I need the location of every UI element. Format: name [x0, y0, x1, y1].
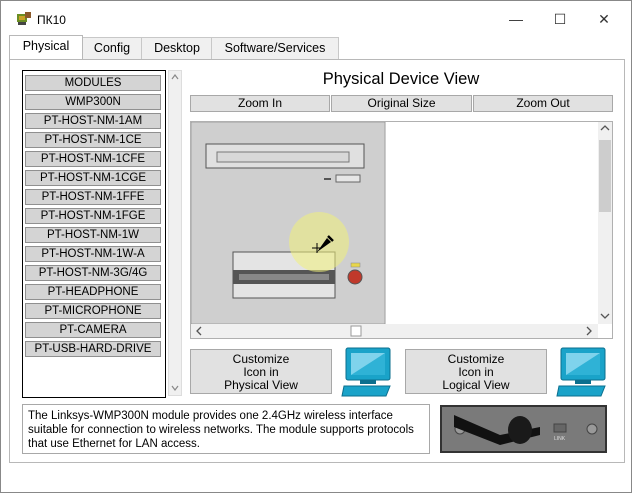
tab-software-services[interactable]: Software/Services [211, 37, 339, 59]
module-item[interactable]: PT-HOST-NM-1W-A [25, 246, 161, 262]
module-item[interactable]: PT-CAMERA [25, 322, 161, 338]
physical-panel: MODULES WMP300N PT-HOST-NM-1AM PT-HOST-N… [9, 59, 625, 463]
link-label: LINK [554, 436, 566, 442]
customize-logical-label: Customize Icon in Logical View [442, 352, 510, 392]
module-item[interactable]: WMP300N [25, 94, 161, 110]
pc-window: ПК10 — ☐ ✕ Config Desktop Software/Servi… [0, 0, 632, 493]
module-item[interactable]: PT-HOST-NM-1CE [25, 132, 161, 148]
module-description: The Linksys-WMP300N module provides one … [22, 404, 430, 454]
scroll-down-icon[interactable] [171, 384, 179, 392]
minimize-button[interactable]: — [493, 1, 539, 37]
module-item[interactable]: PT-HOST-NM-1AM [25, 113, 161, 129]
title-bar: ПК10 — ☐ ✕ [1, 1, 631, 37]
module-item[interactable]: PT-MICROPHONE [25, 303, 161, 319]
customize-physical-button[interactable]: Customize Icon in Physical View [190, 349, 332, 394]
original-size-button[interactable]: Original Size [331, 95, 472, 112]
monitor-icon [556, 347, 606, 397]
customize-physical-label: Customize Icon in Physical View [224, 352, 298, 392]
tab-desktop[interactable]: Desktop [141, 37, 213, 59]
close-button[interactable]: ✕ [581, 1, 627, 37]
module-item[interactable]: PT-USB-HARD-DRIVE [25, 341, 161, 357]
monitor-icon [341, 347, 391, 397]
module-list-scrollbar[interactable] [168, 70, 182, 396]
zoom-in-button[interactable]: Zoom In [190, 95, 330, 112]
tab-physical[interactable]: Physical [9, 35, 83, 60]
window-title: ПК10 [37, 13, 66, 27]
module-list[interactable]: MODULES WMP300N PT-HOST-NM-1AM PT-HOST-N… [22, 70, 166, 398]
customize-logical-button[interactable]: Customize Icon in Logical View [405, 349, 547, 394]
zoom-out-button[interactable]: Zoom Out [473, 95, 613, 112]
maximize-button[interactable]: ☐ [537, 1, 583, 37]
module-item[interactable]: PT-HOST-NM-1W [25, 227, 161, 243]
physical-device-view-title: Physical Device View [322, 70, 480, 88]
pc-chassis-image [191, 122, 612, 338]
scroll-up-icon[interactable] [171, 73, 179, 81]
module-item[interactable]: PT-HOST-NM-1CFE [25, 151, 161, 167]
module-item[interactable]: PT-HOST-NM-1FFE [25, 189, 161, 205]
module-item[interactable]: PT-HOST-NM-3G/4G [25, 265, 161, 281]
module-header: MODULES [25, 75, 161, 91]
module-item[interactable]: PT-HOST-NM-1FGE [25, 208, 161, 224]
module-item[interactable]: PT-HEADPHONE [25, 284, 161, 300]
packet-tracer-icon [17, 12, 31, 25]
wmp300n-module-image: LINK [440, 405, 607, 453]
tab-config[interactable]: Config [81, 37, 143, 59]
module-item[interactable]: PT-HOST-NM-1CGE [25, 170, 161, 186]
physical-device-viewport[interactable] [190, 121, 613, 339]
